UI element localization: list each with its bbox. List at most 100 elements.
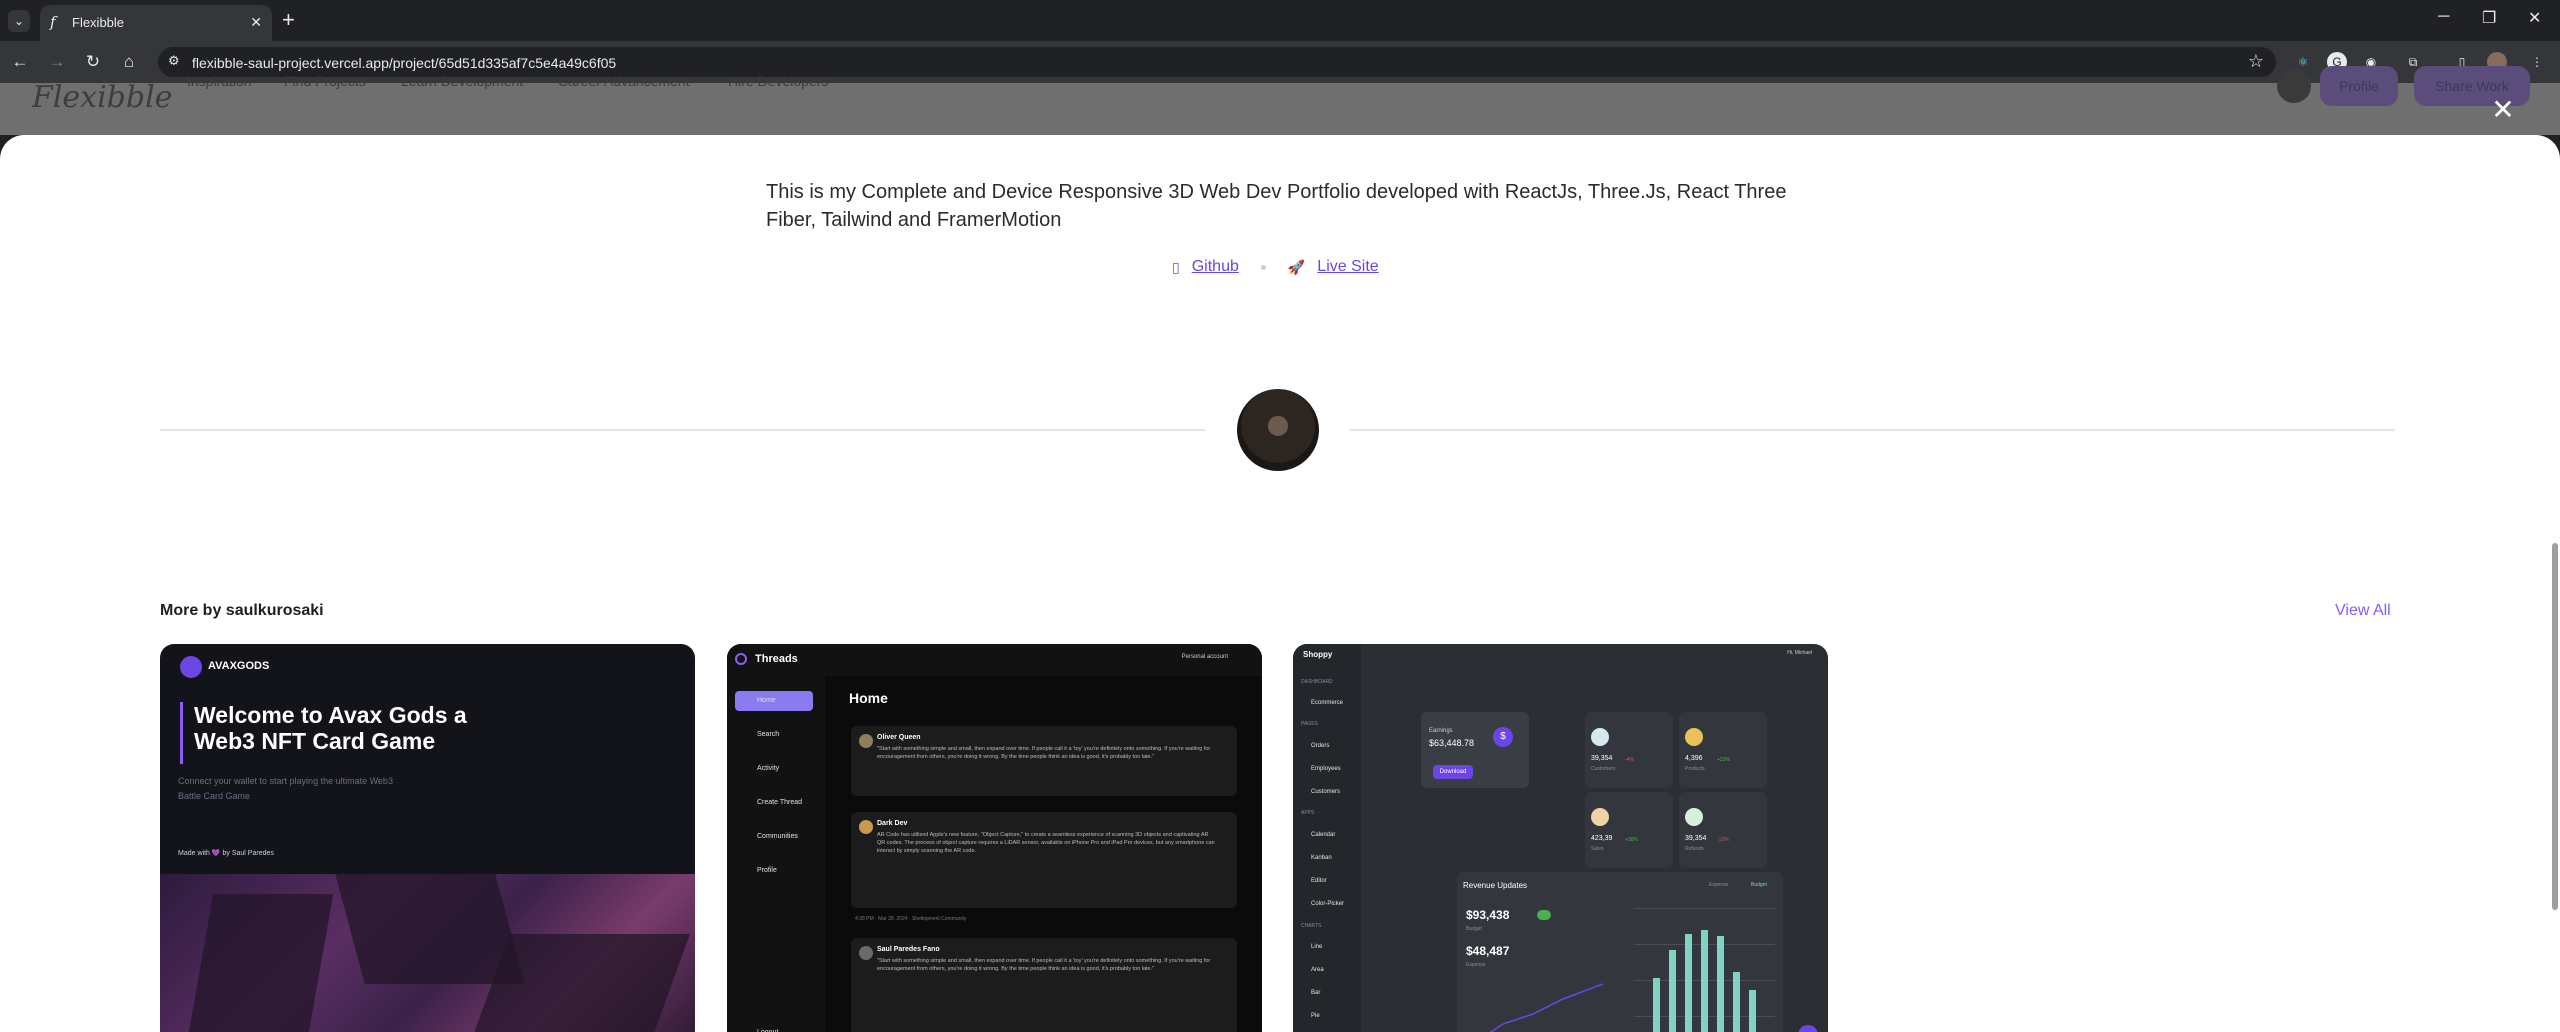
back-icon[interactable]: ← bbox=[8, 50, 32, 74]
author-avatar[interactable] bbox=[1237, 389, 1319, 471]
reload-icon[interactable]: ↻ bbox=[81, 50, 105, 74]
shoppy-item: Calendar bbox=[1311, 832, 1336, 838]
post-avatar bbox=[859, 820, 873, 834]
threads-main: Home Oliver Queen "Start with something … bbox=[825, 676, 1262, 1032]
revenue-bar bbox=[1669, 950, 1676, 1032]
post-avatar bbox=[859, 946, 873, 960]
avax-logo-text: AVAXGODS bbox=[208, 660, 270, 672]
nav-link-hire-developers[interactable]: Hire Developers bbox=[728, 73, 828, 89]
nav-link-career-advancement[interactable]: Career Advancement bbox=[558, 73, 690, 89]
live-site-link[interactable]: Live Site bbox=[1317, 258, 1378, 276]
threads-logo-icon bbox=[735, 653, 747, 665]
site-info-icon[interactable]: ⚙ bbox=[168, 53, 180, 69]
project-card-avax-gods[interactable]: AVAXGODS Welcome to Avax Gods a Web3 NFT… bbox=[160, 644, 695, 1032]
project-links: ▯ Github 🚀 Live Site bbox=[1172, 255, 1379, 279]
new-tab-button[interactable]: + bbox=[282, 8, 295, 32]
post-avatar bbox=[859, 734, 873, 748]
threads-sidebar: Home Search Activity Create Thread Commu… bbox=[727, 676, 825, 1032]
revenue-line bbox=[1489, 983, 1603, 1032]
stat-change: -4% bbox=[1625, 757, 1634, 763]
shoppy-item: Pie bbox=[1311, 1013, 1320, 1019]
avax-made-by: Made with 💜 by Saul Paredes bbox=[178, 850, 274, 857]
user-avatar[interactable] bbox=[2277, 69, 2311, 103]
home-icon[interactable]: ⌂ bbox=[117, 50, 141, 74]
threads-nav-home: Home bbox=[735, 691, 813, 711]
page-scrollbar[interactable] bbox=[2552, 543, 2558, 910]
url-text[interactable]: flexibble-saul-project.vercel.app/projec… bbox=[192, 55, 616, 71]
github-icon: ▯ bbox=[1172, 258, 1180, 275]
shoppy-user: Hi, Michael bbox=[1787, 650, 1812, 656]
stat-value: 39,354 bbox=[1591, 755, 1613, 762]
tab-search-button[interactable]: ⌄ bbox=[8, 10, 30, 32]
profile-button[interactable]: Profile bbox=[2320, 66, 2398, 106]
stat-card bbox=[1679, 712, 1767, 788]
budget-label: Budget bbox=[1466, 926, 1482, 932]
revenue-bar bbox=[1717, 936, 1724, 1032]
shoppy-item: Bar bbox=[1311, 990, 1321, 996]
revenue-bar bbox=[1685, 934, 1692, 1032]
tab-close-icon[interactable]: ✕ bbox=[250, 13, 262, 31]
stat-card bbox=[1679, 792, 1767, 868]
window-close-icon[interactable]: ✕ bbox=[2528, 8, 2541, 28]
project-card-shoppy[interactable]: Shoppy DASHBOARD Ecommerce PAGES Orders … bbox=[1293, 644, 1828, 1032]
tab-title: Flexibble bbox=[72, 15, 125, 30]
post-author: Saul Paredes Fano bbox=[877, 946, 940, 953]
stat-change: -12% bbox=[1717, 837, 1729, 843]
shoppy-sidebar: Shoppy DASHBOARD Ecommerce PAGES Orders … bbox=[1293, 644, 1361, 1032]
shoppy-section: DASHBOARD bbox=[1301, 679, 1333, 685]
stat-value: 4,396 bbox=[1685, 755, 1703, 762]
revenue-bar bbox=[1733, 972, 1740, 1032]
site-logo: Flexibble bbox=[32, 80, 173, 115]
link-separator bbox=[1260, 264, 1266, 270]
post-text: AR Code has utilized Apple's new feature… bbox=[877, 832, 1215, 854]
shoppy-item: Orders bbox=[1311, 743, 1330, 749]
stat-change: +38% bbox=[1625, 837, 1638, 843]
nav-link-inspiration[interactable]: Inspiration bbox=[187, 73, 252, 89]
modal-close-icon[interactable]: ✕ bbox=[2491, 96, 2515, 124]
art-shape bbox=[335, 874, 525, 984]
legend-expense: Expense bbox=[1709, 882, 1729, 888]
earnings-value: $63,448.78 bbox=[1429, 738, 1475, 748]
browser-toolbar: ← → ↻ ⌂ ⚙ flexibble-saul-project.vercel.… bbox=[0, 41, 2560, 83]
threads-nav-logout: Logout bbox=[735, 1023, 813, 1032]
shoppy-item: Customers bbox=[1311, 789, 1341, 795]
shoppy-section: CHARTS bbox=[1301, 923, 1322, 929]
menu-kebab-icon[interactable]: ⋮ bbox=[2527, 52, 2547, 72]
expense-value: $48,487 bbox=[1466, 944, 1510, 958]
post-meta: 4:38 PM · Mar 28, 2024 · Shellopment Com… bbox=[855, 916, 967, 922]
earnings-label: Earnings bbox=[1429, 728, 1453, 734]
shoppy-item: Ecommerce bbox=[1311, 700, 1344, 706]
github-link[interactable]: Github bbox=[1192, 258, 1239, 276]
stat-label: Products bbox=[1685, 766, 1705, 772]
project-card-threads[interactable]: Threads Personal account Home Search Act… bbox=[727, 644, 1262, 1032]
post-author: Dark Dev bbox=[877, 820, 908, 827]
threads-brand: Threads bbox=[755, 653, 798, 665]
shoppy-item: Area bbox=[1311, 967, 1324, 973]
stat-card bbox=[1585, 792, 1673, 868]
customers-icon bbox=[1591, 728, 1609, 746]
view-all-link[interactable]: View All bbox=[2335, 602, 2391, 620]
legend-budget: Budget bbox=[1751, 882, 1767, 888]
nav-link-learn-development[interactable]: Learn Development bbox=[401, 73, 523, 89]
forward-icon[interactable]: → bbox=[45, 50, 69, 74]
threads-nav-activity: Activity bbox=[757, 765, 780, 772]
shoppy-section: APPS bbox=[1301, 810, 1315, 816]
revenue-title: Revenue Updates bbox=[1463, 881, 1528, 890]
bookmark-star-icon[interactable]: ☆ bbox=[2248, 51, 2264, 72]
post-author: Oliver Queen bbox=[877, 734, 921, 741]
heading-accent bbox=[180, 702, 183, 764]
budget-badge bbox=[1537, 910, 1551, 920]
browser-tab[interactable]: f Flexibble ✕ bbox=[40, 5, 272, 41]
download-button: Download bbox=[1433, 765, 1473, 779]
settings-fab-icon bbox=[1798, 1025, 1818, 1032]
revenue-bar bbox=[1701, 930, 1708, 1032]
nav-link-find-projects[interactable]: Find Projects bbox=[284, 73, 366, 89]
post-text: "Start with something simple and small, … bbox=[877, 958, 1211, 972]
flexibble-favicon-icon: f bbox=[50, 13, 56, 31]
avax-artwork bbox=[160, 874, 695, 1032]
stat-value: 423,39 bbox=[1591, 835, 1613, 842]
minimize-icon[interactable]: ─ bbox=[2438, 8, 2449, 26]
shoppy-item: Employees bbox=[1311, 766, 1341, 772]
restore-icon[interactable]: ❐ bbox=[2482, 8, 2496, 28]
avax-heading: Welcome to Avax Gods a Web3 NFT Card Gam… bbox=[194, 702, 467, 754]
